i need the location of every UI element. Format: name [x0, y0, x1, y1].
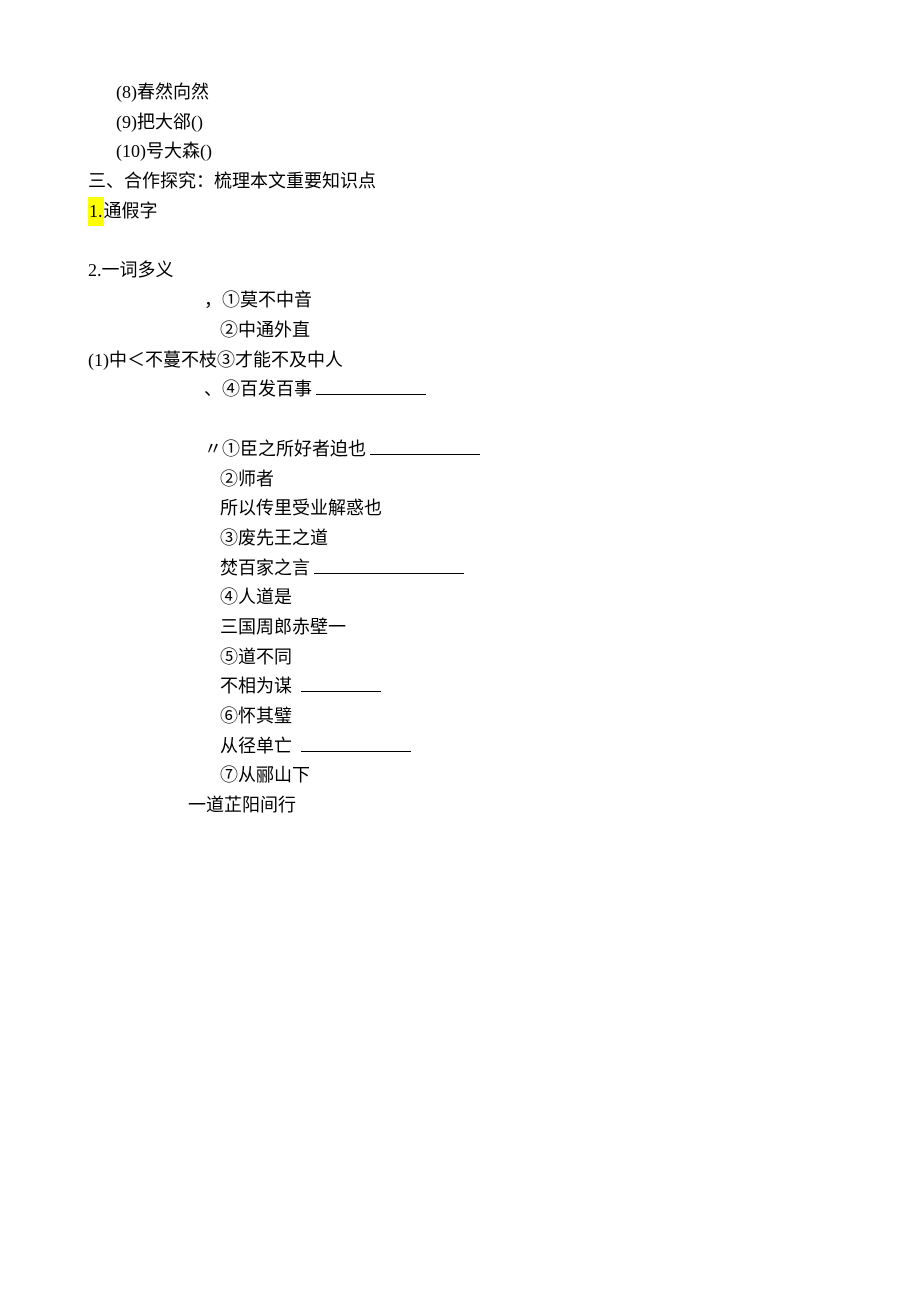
group2-line7b-text: 一道芷阳间行: [188, 795, 296, 815]
blank-2: [370, 436, 480, 455]
group2-line7a: ⑦从郦山下: [88, 761, 848, 791]
group2-line4b: 三国周郎赤壁一: [88, 613, 848, 643]
blank-5: [301, 733, 411, 752]
group2-line4a-text: ④人道是: [220, 587, 292, 607]
group2-line3a: ③废先王之道: [88, 524, 848, 554]
item-9: (9)把大郤(): [88, 108, 848, 138]
item-9-text: (9)把大郤(): [116, 112, 203, 132]
subsection-tongjia: 1. 通假字: [88, 197, 848, 227]
group2-line6b: 从径单亡: [88, 732, 848, 762]
subsection-duoyi: 2.一词多义: [88, 256, 848, 286]
group2-line2a-text: ②师者: [220, 469, 274, 489]
group2-line5b: 不相为谋: [88, 672, 848, 702]
group2-line2a: ②师者: [88, 465, 848, 495]
group2-line3b-text: 焚百家之言: [220, 558, 310, 578]
tongjia-prefix: 1.: [89, 201, 103, 221]
blank-3: [314, 555, 464, 574]
group2-line3b: 焚百家之言: [88, 554, 848, 584]
duoyi-label: 2.一词多义: [88, 260, 174, 280]
group2-line5a: ⑤道不同: [88, 643, 848, 673]
group2-line7a-text: ⑦从郦山下: [220, 765, 310, 785]
section-three-text: 三、合作探究：梳理本文重要知识点: [88, 171, 376, 191]
group1-line4: 、④百发百事: [88, 375, 848, 405]
item-8-text: (8)春然向然: [116, 82, 209, 102]
document-page: (8)春然向然 (9)把大郤() (10)号大森() 三、合作探究：梳理本文重要…: [0, 0, 848, 821]
group2-line3a-text: ③废先王之道: [220, 528, 328, 548]
group2-line5a-text: ⑤道不同: [220, 647, 292, 667]
group1-line1: ，①莫不中音: [88, 286, 848, 316]
tongjia-label: 通假字: [104, 201, 158, 221]
group1-chain: (1)中＜不蔓不枝③才能不及中人: [88, 346, 848, 376]
group2-line5b-text: 不相为谋: [220, 676, 292, 696]
item-10: (10)号大森(): [88, 137, 848, 167]
group1-line2: ②中通外直: [88, 316, 848, 346]
gap-2: [88, 405, 848, 435]
section-three-heading: 三、合作探究：梳理本文重要知识点: [88, 167, 848, 197]
group2-line6a: ⑥怀其璧: [88, 702, 848, 732]
group1-line4-text: 、④百发百事: [204, 379, 312, 399]
blank-4: [301, 673, 381, 692]
group1-line2-text: ②中通外直: [220, 320, 310, 340]
item-10-text: (10)号大森(): [116, 141, 212, 161]
group1-line1-text: ，①莫不中音: [204, 290, 312, 310]
group2-line1: 〃①臣之所好者迫也: [88, 435, 848, 465]
group2-line7b: 一道芷阳间行: [88, 791, 848, 821]
group2-line4a: ④人道是: [88, 583, 848, 613]
item-8: (8)春然向然: [88, 78, 848, 108]
group2-line2b: 所以传里受业解惑也: [88, 494, 848, 524]
group2-line6a-text: ⑥怀其璧: [220, 706, 292, 726]
blank-gap: [88, 226, 848, 256]
group2-line4b-text: 三国周郎赤壁一: [220, 617, 346, 637]
blank-1: [316, 376, 426, 395]
group2-line6b-text: 从径单亡: [220, 736, 292, 756]
group2-line1-text: 〃①臣之所好者迫也: [204, 439, 366, 459]
highlight-1: 1.: [88, 197, 104, 227]
group1-chain-text: (1)中＜不蔓不枝③才能不及中人: [88, 350, 343, 370]
group2-line2b-text: 所以传里受业解惑也: [220, 498, 382, 518]
